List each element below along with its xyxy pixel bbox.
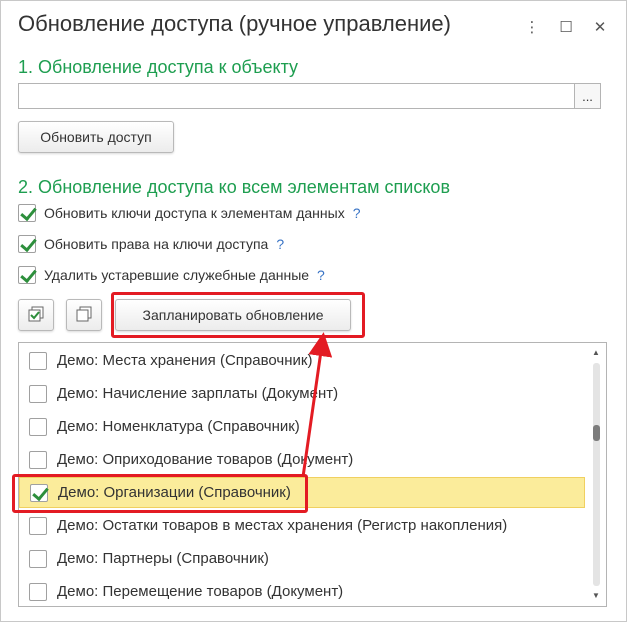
checkbox[interactable]: [18, 235, 36, 253]
option-label: Удалить устаревшие служебные данные: [44, 267, 310, 283]
dialog-window: Обновление доступа (ручное управление) ⋮…: [0, 0, 627, 622]
scroll-thumb[interactable]: [593, 425, 600, 441]
checkbox[interactable]: [29, 417, 47, 436]
list-item[interactable]: Демо: Перемещение товаров (Документ): [19, 576, 585, 606]
maximize-icon[interactable]: ☐: [554, 15, 578, 39]
list-item-label: Демо: Оприходование товаров (Документ): [57, 451, 354, 468]
checkbox[interactable]: [30, 483, 48, 502]
checkbox[interactable]: [29, 384, 47, 403]
scroll-up-icon[interactable]: ▲: [590, 347, 602, 359]
update-access-button[interactable]: Обновить доступ: [18, 121, 174, 153]
list-item[interactable]: Демо: Остатки товаров в местах хранения …: [19, 510, 585, 541]
select-button[interactable]: ...: [574, 84, 600, 108]
vertical-scrollbar[interactable]: ▲ ▼: [590, 347, 602, 602]
section1-title: 1. Обновление доступа к объекту: [18, 57, 299, 77]
window-controls: ⋮ ☐ ✕: [520, 15, 612, 39]
object-input[interactable]: [19, 84, 574, 108]
help-icon[interactable]: ?: [317, 267, 325, 283]
list-item-label: Демо: Места хранения (Справочник): [57, 352, 313, 369]
list-item-label: Демо: Партнеры (Справочник): [57, 550, 269, 567]
close-icon[interactable]: ✕: [588, 15, 612, 39]
more-vertical-icon[interactable]: ⋮: [520, 15, 544, 39]
list-item-label: Демо: Организации (Справочник): [58, 484, 291, 501]
scroll-track[interactable]: [593, 363, 600, 586]
list-item[interactable]: Демо: Партнеры (Справочник): [19, 543, 585, 574]
checkbox[interactable]: [29, 450, 47, 469]
check-all-button[interactable]: [18, 299, 54, 331]
option-update-keys[interactable]: Обновить ключи доступа к элементам данны…: [18, 204, 361, 222]
list-item-label: Демо: Начисление зарплаты (Документ): [57, 385, 339, 402]
option-label: Обновить права на ключи доступа: [44, 236, 269, 252]
list-item-label: Демо: Номенклатура (Справочник): [57, 418, 300, 435]
checkbox[interactable]: [29, 351, 47, 370]
window-title: Обновление доступа (ручное управление): [18, 11, 451, 36]
checkbox[interactable]: [18, 266, 36, 284]
list-item[interactable]: Демо: Номенклатура (Справочник): [19, 411, 585, 442]
schedule-update-button[interactable]: Запланировать обновление: [115, 299, 351, 331]
uncheck-all-icon: [76, 306, 92, 322]
option-delete-obsolete[interactable]: Удалить устаревшие служебные данные ?: [18, 266, 325, 284]
checkbox[interactable]: [29, 549, 47, 568]
checkbox[interactable]: [18, 204, 36, 222]
uncheck-all-button[interactable]: [66, 299, 102, 331]
option-update-rights[interactable]: Обновить права на ключи доступа ?: [18, 235, 284, 253]
list-item[interactable]: Демо: Начисление зарплаты (Документ): [19, 378, 585, 409]
checkbox[interactable]: [29, 516, 47, 535]
help-icon[interactable]: ?: [353, 205, 361, 221]
section2-title: 2. Обновление доступа ко всем элементам …: [18, 177, 451, 197]
option-label: Обновить ключи доступа к элементам данны…: [44, 205, 345, 221]
list-item-label: Демо: Перемещение товаров (Документ): [57, 583, 344, 600]
object-field: ...: [18, 83, 601, 109]
list-item-selected[interactable]: Демо: Организации (Справочник): [19, 477, 585, 508]
scroll-down-icon[interactable]: ▼: [590, 590, 602, 602]
list-item-label: Демо: Остатки товаров в местах хранения …: [57, 517, 508, 534]
help-icon[interactable]: ?: [276, 236, 284, 252]
checkbox[interactable]: [29, 582, 47, 601]
list-item[interactable]: Демо: Оприходование товаров (Документ): [19, 444, 585, 475]
list-item[interactable]: Демо: Места хранения (Справочник): [19, 345, 585, 376]
check-all-icon: [28, 306, 44, 322]
lists-table[interactable]: Демо: Места хранения (Справочник) Демо: …: [18, 342, 607, 607]
